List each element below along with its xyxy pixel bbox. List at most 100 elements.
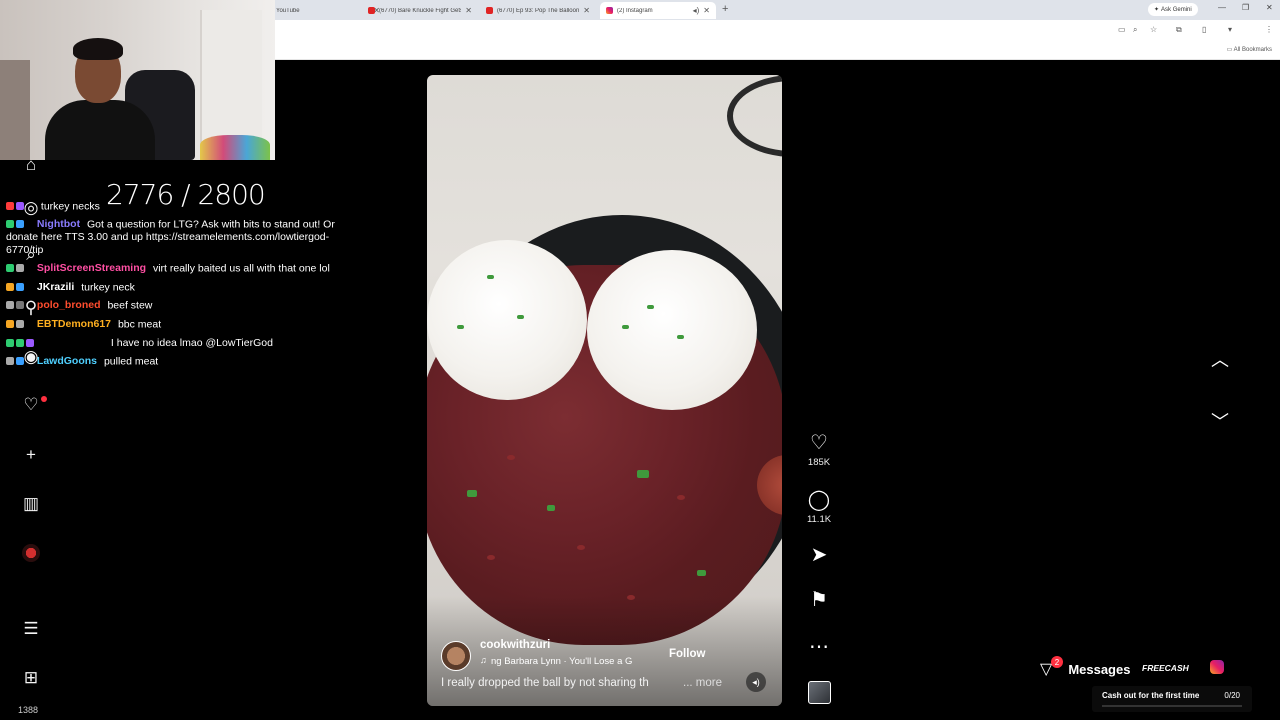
speaker-icon[interactable]: ◂) [693, 6, 700, 15]
audio-track[interactable]: ng Barbara Lynn · You'll Lose a G [491, 656, 651, 667]
chat-badges [6, 262, 34, 275]
reel-gradient-overlay [427, 596, 782, 706]
sidepanel-icon[interactable]: ▯ [1202, 25, 1206, 34]
green-onion [637, 470, 649, 478]
sparkle-icon: ✦ [1154, 7, 1160, 13]
comment-count: 11.1K [806, 514, 832, 525]
save-button[interactable]: ⚑ [806, 589, 832, 611]
herb-garnish [517, 315, 524, 319]
chat-message: JKrazili turkey neck [6, 281, 351, 294]
chat-text: turkey neck [81, 281, 135, 294]
herb-garnish [457, 325, 464, 329]
chat-text: pulled meat [103, 355, 159, 368]
zoom-icon[interactable]: ⌕ [1133, 25, 1137, 35]
chat-username: SplitScreenStreaming [36, 262, 147, 275]
close-tab-icon[interactable]: ✕ [583, 6, 590, 15]
close-window-icon[interactable]: ✕ [1266, 3, 1273, 12]
chat-message: I have no idea lmao @LowTierGod [6, 337, 351, 350]
tab-title: YouTube [276, 7, 300, 14]
freecash-logo: FREECASH [1142, 663, 1189, 673]
folder-icon: ▭ [1226, 47, 1233, 53]
author-avatar[interactable] [441, 641, 471, 671]
herb-garnish [677, 335, 684, 339]
rice-mound-left [427, 240, 587, 400]
viewer-count: 1388 [18, 705, 39, 715]
menu-kebab-icon[interactable]: ⋮ [1265, 25, 1273, 34]
chevron-up-icon[interactable]: ︿ [1205, 344, 1235, 374]
more-options-button[interactable]: ⋯ [806, 636, 832, 658]
close-tab-icon[interactable]: ✕ [703, 6, 710, 15]
youtube-icon [486, 7, 493, 14]
ask-gemini-button[interactable]: ✦ Ask Gemini [1148, 3, 1198, 16]
comment-bubble-icon: ◯ [807, 489, 831, 511]
youtube-icon [368, 7, 375, 14]
tab-instagram[interactable]: (2) Instagram ◂) ✕ [600, 2, 716, 19]
messages-button[interactable]: ▽ 2 Messages [1040, 655, 1130, 683]
audio-thumbnail[interactable] [808, 681, 831, 704]
more-dots-icon: ⋯ [809, 636, 829, 658]
chat-text: beef stew [107, 299, 153, 312]
dashboard-icon[interactable]: ▥ [20, 493, 42, 515]
rice-mound-right [587, 250, 757, 410]
hamburger-menu-icon[interactable]: ☰ [20, 618, 42, 640]
comment-button[interactable]: ◯ 11.1K [806, 489, 832, 525]
apps-grid-icon[interactable]: ⊞ [20, 667, 42, 689]
bean [577, 545, 585, 550]
chat-badges [6, 318, 34, 331]
streamer-hair-shape [73, 38, 123, 60]
herb-garnish [622, 325, 629, 329]
chat-username: EBTDemon617 [36, 318, 112, 331]
chat-message: SplitScreenStreaming virt really baited … [6, 262, 351, 275]
author-username[interactable]: cookwithzuri [480, 639, 550, 651]
music-note-icon: ♫ [480, 655, 487, 665]
heart-notifications-icon[interactable]: ♡ [20, 394, 42, 416]
bookmark-star-icon[interactable]: ☆ [1150, 25, 1157, 34]
profile-avatar-icon[interactable] [22, 544, 40, 562]
follow-button[interactable]: Follow [669, 648, 705, 660]
messages-label: Messages [1068, 661, 1131, 677]
chat-badges [6, 218, 34, 231]
cast-icon[interactable]: ▭ [1118, 25, 1126, 34]
extension-icon[interactable]: ▾ [1228, 25, 1232, 34]
reel-video[interactable]: cookwithzuri ♫ ng Barbara Lynn · You'll … [427, 75, 782, 706]
minimize-icon[interactable]: — [1218, 3, 1226, 12]
like-button[interactable]: ♡ 185K [806, 432, 832, 468]
reel-caption: I really dropped the ball by not sharing… [441, 677, 649, 689]
green-onion [467, 490, 477, 497]
share-button[interactable]: ➤ [806, 544, 832, 566]
ask-gemini-label: Ask Gemini [1161, 6, 1192, 13]
chat-message: turkey necks [6, 200, 351, 213]
tab-title: (6770) Bare Knuckle Fight Gets [379, 7, 462, 14]
close-tab-icon[interactable]: ✕ [465, 6, 472, 15]
all-bookmarks-button[interactable]: ▭ All Bookmarks [1227, 46, 1272, 53]
chat-badges [6, 200, 34, 213]
notification-dot [41, 396, 47, 402]
mute-speaker-icon[interactable]: ◂) [746, 672, 766, 692]
promo-progress-bar [1102, 705, 1242, 707]
chat-badges [6, 281, 34, 294]
restore-icon[interactable]: ❐ [1242, 3, 1249, 12]
green-onion [697, 570, 706, 576]
bean [677, 495, 685, 500]
tab-bare-knuckle[interactable]: (6770) Bare Knuckle Fight Gets ✕ [362, 2, 478, 19]
bookmark-icon: ⚑ [810, 589, 828, 611]
chat-username: JKrazili [36, 281, 75, 294]
bowl-edge-shape [727, 75, 782, 157]
herb-garnish [647, 305, 654, 309]
messenger-icon: ▽ 2 [1040, 656, 1063, 679]
chat-text: I have no idea lmao @LowTierGod [110, 337, 273, 350]
caption-more-link[interactable]: ... more [683, 677, 722, 689]
toys-shape [200, 135, 270, 160]
chevron-down-icon[interactable]: ﹀ [1205, 406, 1235, 436]
paper-plane-icon: ➤ [810, 544, 828, 566]
extensions-icon[interactable]: ⧉ [1176, 25, 1182, 35]
tab-pop-the-balloon[interactable]: (6770) Ep 93: Pop The Balloon ✕ [480, 2, 596, 19]
all-bookmarks-label: All Bookmarks [1233, 47, 1272, 53]
chat-message: LawdGoons pulled meat [6, 355, 351, 368]
herb-garnish [487, 275, 494, 279]
create-plus-icon[interactable]: + [20, 444, 42, 466]
chat-username: Nightbot [36, 218, 81, 231]
streamer-webcam [0, 0, 275, 160]
new-tab-button[interactable]: + [722, 3, 728, 15]
bean [487, 555, 495, 560]
